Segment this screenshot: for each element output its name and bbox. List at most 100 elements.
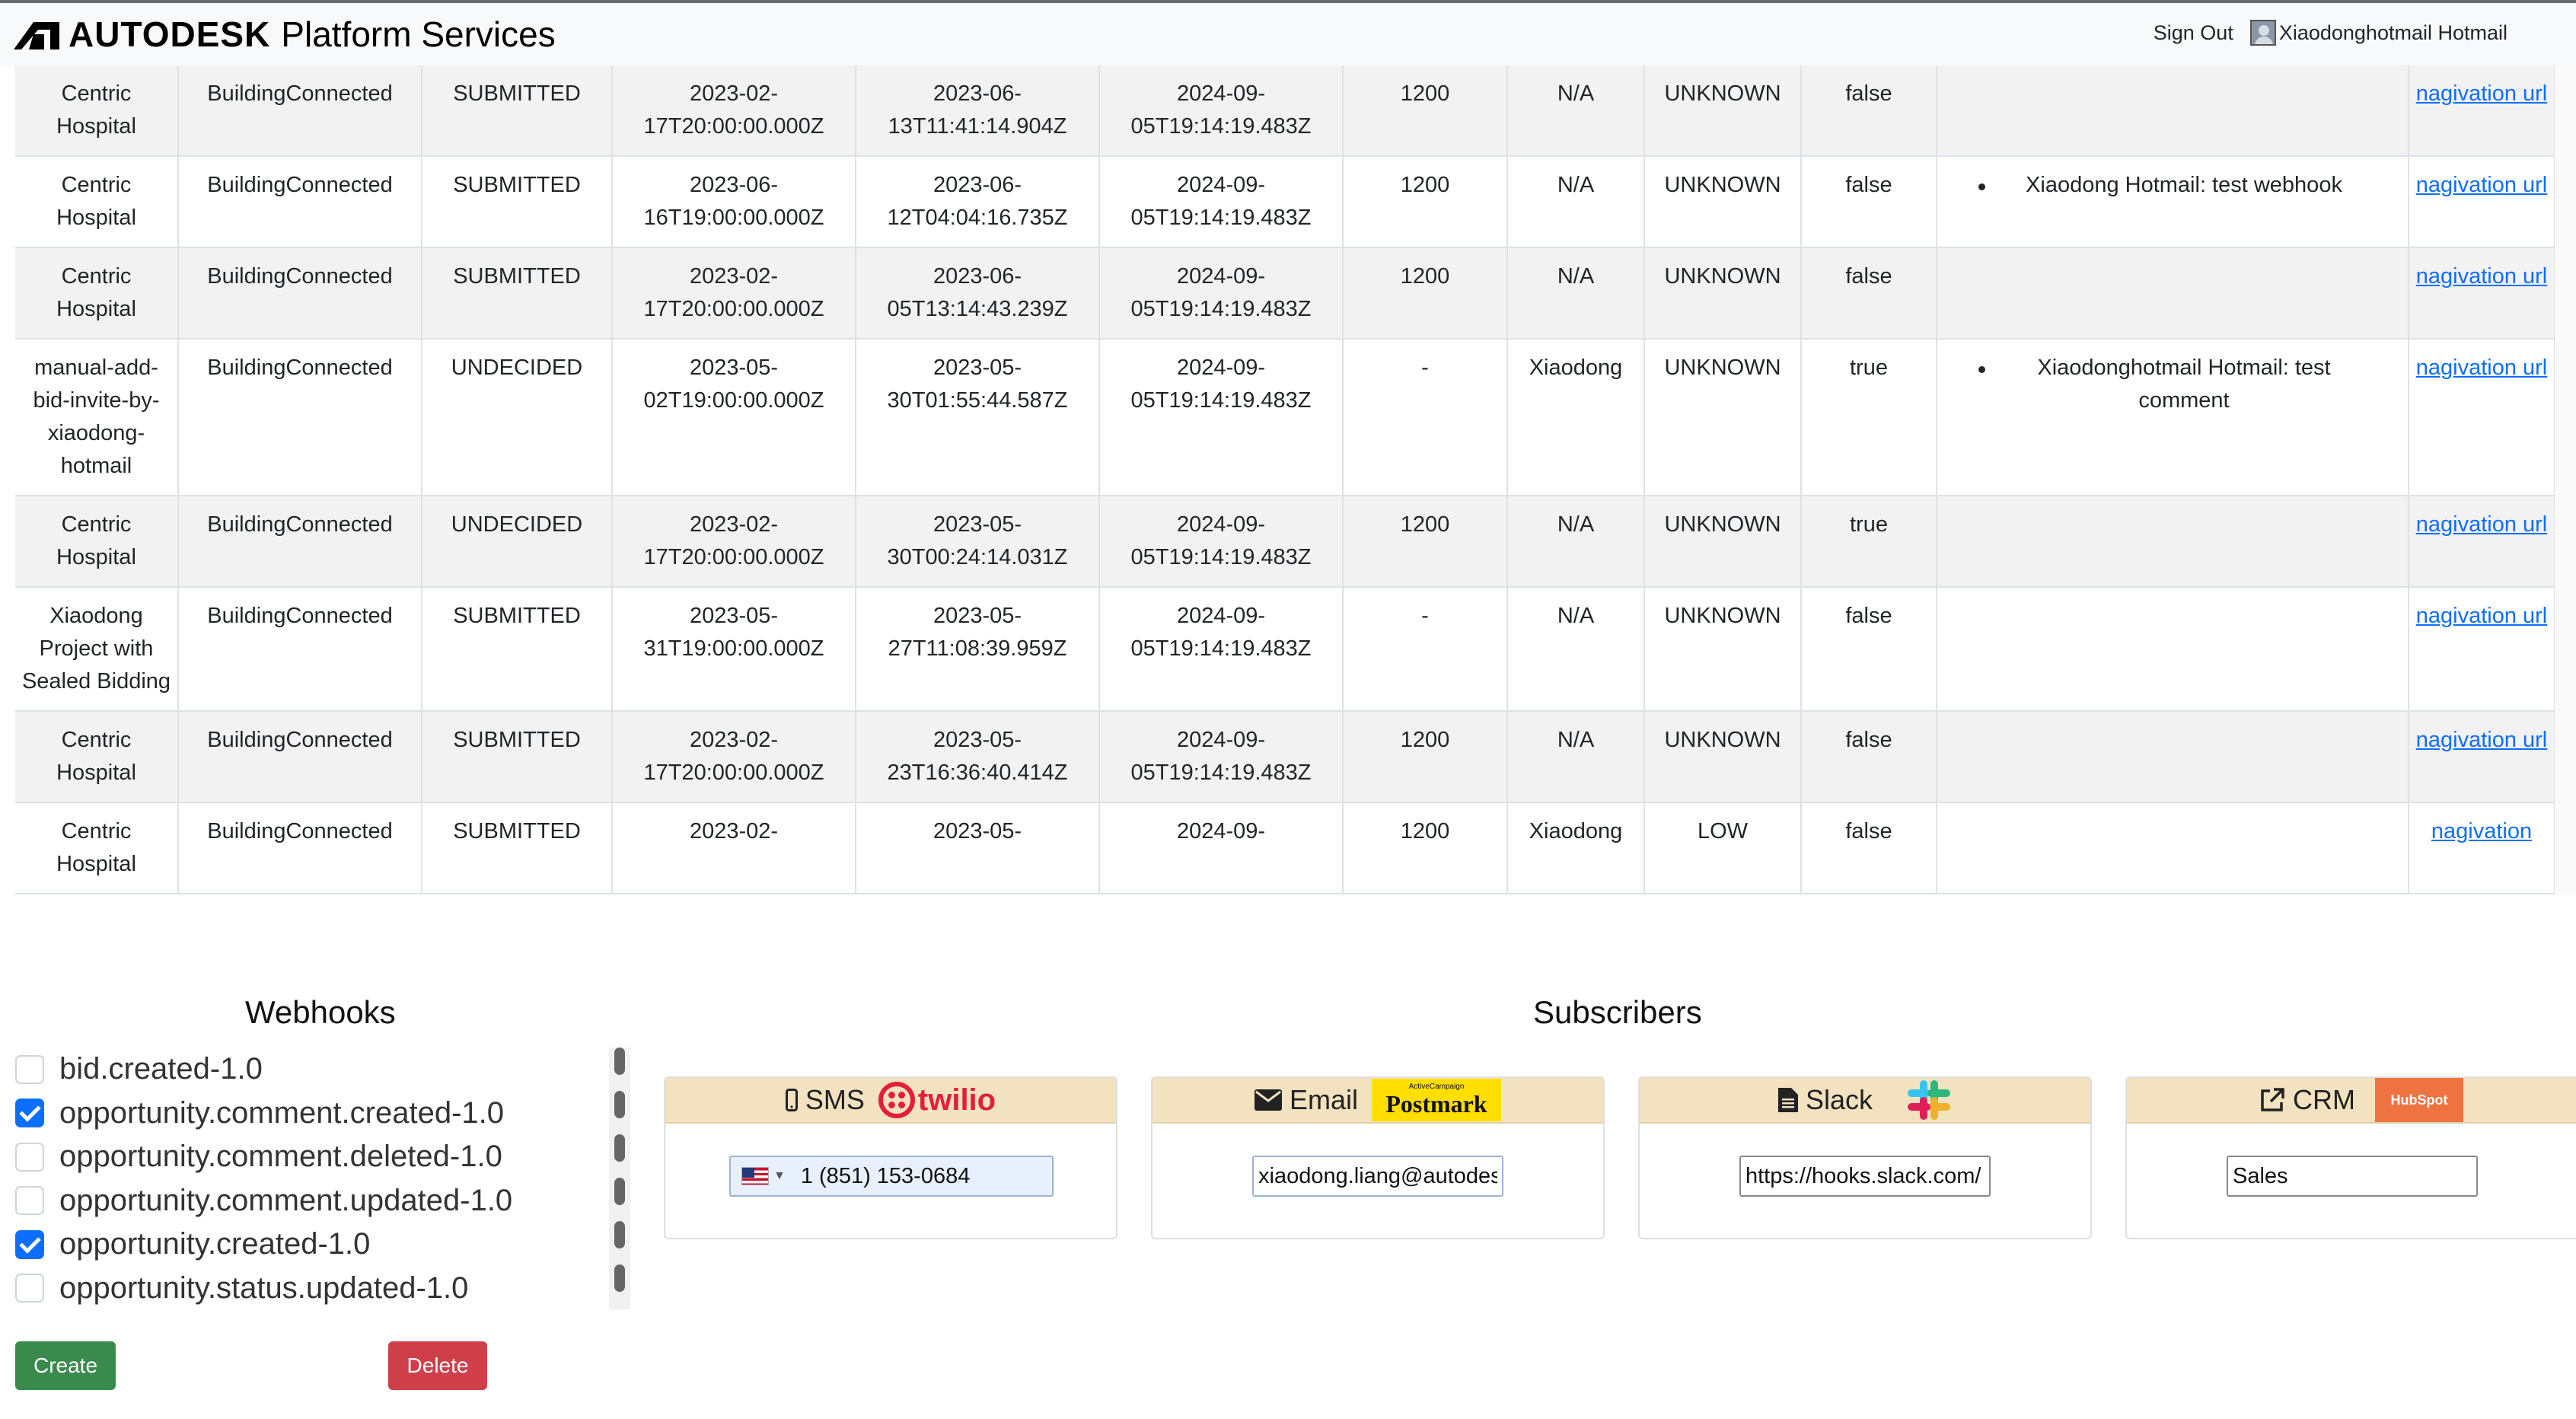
cell-size: 1200 [1343,496,1508,588]
hubspot-logo: HubSpot [2374,1078,2463,1122]
webhook-label: opportunity.created-1.0 [59,1227,371,1261]
twilio-logo-text: twilio [917,1083,996,1117]
cell-due: 2023-05-31T19:00:00.000Z [612,587,856,712]
cell-state: UNDECIDED [422,496,613,588]
cell-priority: UNKNOWN [1644,496,1802,588]
create-button[interactable]: Create [15,1341,116,1390]
cell-comments [1937,802,2409,894]
cell-priority: UNKNOWN [1644,65,1802,157]
table-row: Centric Hospital BuildingConnected UNDECID… [15,496,2555,588]
country-dropdown-caret-icon[interactable]: ▼ [773,1169,786,1183]
autodesk-logo-icon [14,22,59,49]
cell-updated: 2024-09-05T19:14:19.483Z [1099,247,1344,340]
navigation-url-link[interactable]: nagivation url [2416,173,2548,197]
navigation-url-link[interactable]: nagivation url [2416,728,2548,752]
table-row: manual-add-bid-invite-by-xiaodong-hotmai… [15,339,2555,496]
email-input[interactable] [1252,1156,1503,1197]
cell-owner: Xiaodong [1507,802,1645,894]
webhook-checkbox[interactable] [15,1229,44,1259]
cell-owner: N/A [1507,65,1645,157]
webhook-label: opportunity.comment.created-1.0 [59,1095,505,1130]
email-card: Email ActiveCampaign Postmark [1151,1076,1605,1239]
cell-flag: false [1801,156,1937,248]
cell-priority: UNKNOWN [1644,247,1802,340]
sms-card-header: SMS twilio [665,1078,1116,1124]
webhook-checkbox[interactable] [15,1274,44,1303]
brand-subtitle: Platform Services [281,14,556,54]
sign-out-link[interactable]: Sign Out [2154,21,2233,45]
cell-link: nagivation url [2409,65,2555,157]
slack-card: Slack [1638,1076,2092,1239]
brand-logo[interactable]: AUTODESK Platform Services [14,14,556,55]
cell-flag: false [1801,65,1937,157]
cell-updated: 2024-09- [1099,802,1344,894]
navigation-url-link[interactable]: nagivation [2431,819,2532,843]
webhook-checkbox[interactable] [15,1186,44,1216]
cell-state: SUBMITTED [422,156,613,248]
crm-input[interactable] [2227,1156,2478,1197]
cell-state: SUBMITTED [422,247,613,340]
slack-webhook-input[interactable] [1739,1156,1991,1197]
user-name[interactable]: Xiaodonghotmail Hotmail [2279,21,2507,45]
email-card-header: Email ActiveCampaign Postmark [1153,1078,1603,1124]
cell-comments [1937,587,2409,712]
cell-state: UNDECIDED [422,339,613,496]
phone-number-input[interactable]: ▼ 1 (851) 153-0684 [729,1156,1054,1197]
cell-link: nagivation url [2409,339,2555,496]
cell-source: BuildingConnected [178,65,422,157]
webhooks-title: Webhooks [245,994,396,1030]
cell-size: 1200 [1343,65,1508,157]
table-row: Centric Hospital BuildingConnected SUBMITT… [15,156,2555,248]
cell-updated: 2024-09-05T19:14:19.483Z [1099,65,1344,157]
cell-size: 1200 [1343,247,1508,340]
delete-button[interactable]: Delete [388,1341,487,1390]
cell-owner: N/A [1507,496,1645,588]
cell-due: 2023-02-17T20:00:00.000Z [612,711,856,803]
webhook-list-scrollbar[interactable] [609,1048,630,1309]
comment-item: Xiaodonghotmail Hotmail: test comment [1943,352,2402,417]
cell-priority: UNKNOWN [1644,339,1802,496]
webhook-checkbox[interactable] [15,1099,44,1128]
table-row: Centric Hospital BuildingConnected SUBMITT… [15,247,2555,340]
cell-state: SUBMITTED [422,587,613,712]
navigation-url-link[interactable]: nagivation url [2416,356,2548,380]
webhook-item[interactable]: bid.created-1.0 [15,1048,624,1092]
cell-comments [1937,247,2409,340]
cell-size: 1200 [1343,711,1508,803]
table-row: Centric Hospital BuildingConnected SUBMITT… [15,65,2555,157]
cell-due: 2023-02-17T20:00:00.000Z [612,247,856,340]
webhook-checkbox[interactable] [15,1054,44,1084]
cell-comments: Xiaodong Hotmail: test webhook [1937,156,2409,248]
cell-owner: N/A [1507,247,1645,340]
navigation-url-link[interactable]: nagivation url [2416,81,2548,106]
cell-source: BuildingConnected [178,339,422,496]
cell-owner: N/A [1507,156,1645,248]
webhook-item[interactable]: opportunity.comment.created-1.0 [15,1092,624,1136]
navigation-url-link[interactable]: nagivation url [2416,512,2548,537]
cell-flag: false [1801,711,1937,803]
cell-source: BuildingConnected [178,247,422,340]
twilio-logo: twilio [878,1082,996,1118]
cell-comments: Xiaodonghotmail Hotmail: test comment [1937,339,2409,496]
mobile-phone-icon [785,1089,798,1111]
cell-size: 1200 [1343,802,1508,894]
external-link-icon [2259,1087,2285,1113]
cell-updated: 2024-09-05T19:14:19.483Z [1099,587,1344,712]
cell-created: 2023-06-13T11:41:14.904Z [856,65,1100,157]
table-vertical-scrollbar[interactable] [2555,65,2576,895]
cell-created: 2023-06-05T13:14:43.239Z [856,247,1100,340]
webhook-item[interactable]: opportunity.status.updated-1.0 [15,1267,624,1311]
webhook-item[interactable]: opportunity.comment.updated-1.0 [15,1179,624,1223]
webhook-checkbox[interactable] [15,1142,44,1172]
top-navbar: AUTODESK Platform Services Sign Out Xiao… [0,0,2576,65]
table-row: Centric Hospital BuildingConnected SUBMITT… [15,802,2555,894]
opportunities-table-container[interactable]: Centric Hospital BuildingConnected SUBMITT… [15,65,2555,895]
cell-source: BuildingConnected [178,587,422,712]
webhook-item[interactable]: opportunity.comment.deleted-1.0 [15,1135,624,1179]
webhook-label: opportunity.comment.updated-1.0 [59,1183,513,1217]
table-row: Xiaodong Project with Sealed Bidding Buil… [15,587,2555,712]
webhook-item[interactable]: opportunity.created-1.0 [15,1223,624,1267]
navigation-url-link[interactable]: nagivation url [2416,604,2548,628]
slack-logo-icon [1906,1079,1952,1121]
navigation-url-link[interactable]: nagivation url [2416,264,2548,289]
